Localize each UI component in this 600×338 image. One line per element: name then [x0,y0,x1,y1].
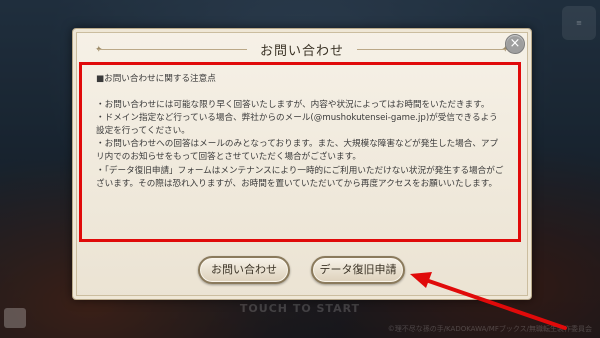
menu-icon: ≡ [562,6,596,40]
notice-paragraph: ・ドメイン指定など行っている場合、弊社からのメール(@mushokutensei… [96,113,498,137]
close-button[interactable]: × [505,34,525,54]
notice-paragraph: ・お問い合わせへの回答はメールのみとなっております。また、大規模な障害などが発生… [96,139,499,163]
inquiry-dialog: ✦ ✦ お問い合わせ × ■お問い合わせに関する注意点 ・お問い合わせには可能な… [72,28,532,300]
touch-to-start-text: TOUCH TO START [239,302,361,315]
dialog-title: お問い合わせ [259,44,344,59]
notice-paragraph: ・お問い合わせには可能な限り早く回答いたしますが、内容や状況によってはお時間をい… [96,100,490,111]
close-icon: × [509,36,521,51]
inquiry-button[interactable]: お問い合わせ [198,256,290,284]
notice-content: ■お問い合わせに関する注意点 ・お問い合わせには可能な限り早く回答いたしますが、… [79,62,521,242]
notice-paragraph: ・「データ復旧申請」フォームはメンテナンスにより一時的にご利用いただけない状況が… [96,165,504,189]
copyright-text: ©理不尽な孫の手/KADOKAWA/MFブックス/無職転生製作委員会 [387,325,592,333]
notice-heading: ■お問い合わせに関する注意点 [96,74,216,84]
data-recovery-button[interactable]: データ復旧申請 [311,256,405,284]
